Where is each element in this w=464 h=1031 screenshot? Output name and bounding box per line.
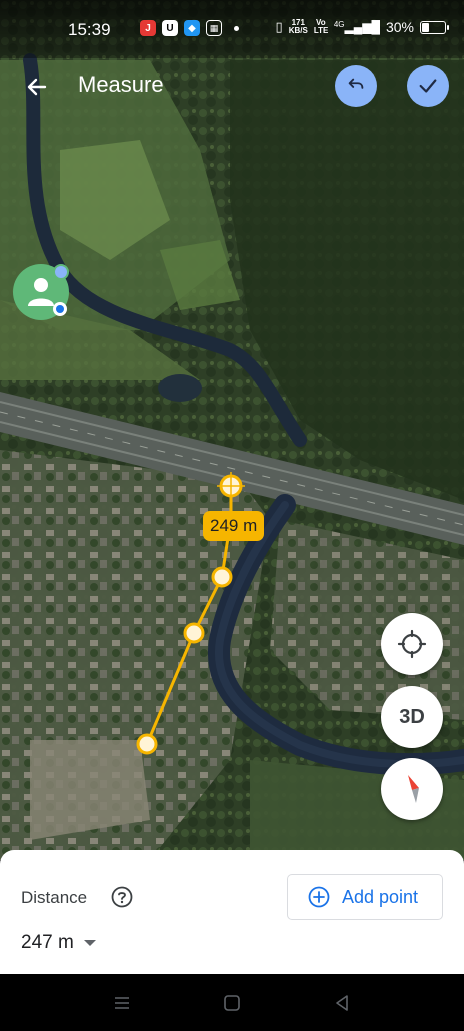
home-icon[interactable] [221, 992, 243, 1014]
signal-icon: 4G▂▄▆█ [333, 20, 380, 34]
measure-bottom-sheet: Distance Add point 247 m [0, 850, 464, 974]
done-button[interactable] [407, 65, 449, 107]
help-icon[interactable] [111, 886, 133, 908]
jio-icon: J [140, 20, 156, 36]
add-circle-icon [308, 886, 330, 908]
measure-midpoint[interactable] [183, 622, 205, 644]
battery-text: 30% [385, 19, 414, 35]
compass-button[interactable] [381, 758, 443, 820]
vibrate-icon: ▯ [275, 19, 283, 34]
chevron-down-icon [83, 940, 96, 946]
back-nav-icon[interactable] [331, 992, 353, 1014]
my-location-button[interactable] [381, 613, 443, 675]
system-icons: ▯ 171 KB/S Vo LTE 4G▂▄▆█ 30% [275, 18, 449, 35]
net-speed-unit: KB/S [288, 26, 308, 35]
page-title: Measure [78, 72, 164, 97]
distance-unit-dropdown[interactable]: 247 m [21, 932, 96, 954]
contact-avatar[interactable] [13, 264, 69, 320]
check-icon [419, 79, 437, 93]
more-notifications-icon [234, 25, 239, 31]
online-indicator [53, 264, 69, 280]
u-icon: U [162, 20, 178, 36]
status-time: 15:39 [68, 20, 111, 39]
arrow-left-icon [27, 78, 47, 96]
back-button[interactable] [20, 70, 54, 104]
status-bar: 15:39 J U ◆ ▦ ▯ 171 KB/S Vo LTE 4G▂▄▆█ 3… [0, 0, 464, 58]
3d-toggle-button[interactable]: 3D [381, 686, 443, 748]
distance-value: 247 m [21, 932, 74, 953]
battery-icon [420, 20, 449, 34]
net-speed: 171 KB/S [289, 19, 308, 35]
measure-distance-label: 249 m [203, 511, 265, 541]
measure-midpoint[interactable] [211, 566, 233, 588]
notification-icons: J U ◆ ▦ [140, 20, 239, 36]
calculator-icon: ▦ [206, 20, 222, 36]
compass-icon [408, 775, 419, 803]
volte-icon: Vo LTE [313, 18, 329, 35]
distance-label: Distance [21, 888, 88, 907]
measure-point-end[interactable] [136, 733, 158, 755]
recent-apps-icon[interactable] [111, 992, 133, 1014]
undo-icon [348, 78, 364, 89]
network-type: 4G [333, 20, 345, 29]
messenger-icon: ◆ [184, 20, 200, 36]
add-point-label: Add point [342, 886, 419, 907]
person-icon [28, 278, 54, 306]
system-nav-bar [0, 974, 464, 1031]
crosshair-icon [397, 629, 427, 659]
location-share-badge [53, 302, 67, 316]
undo-button[interactable] [335, 65, 377, 107]
add-point-button[interactable]: Add point [287, 874, 443, 920]
